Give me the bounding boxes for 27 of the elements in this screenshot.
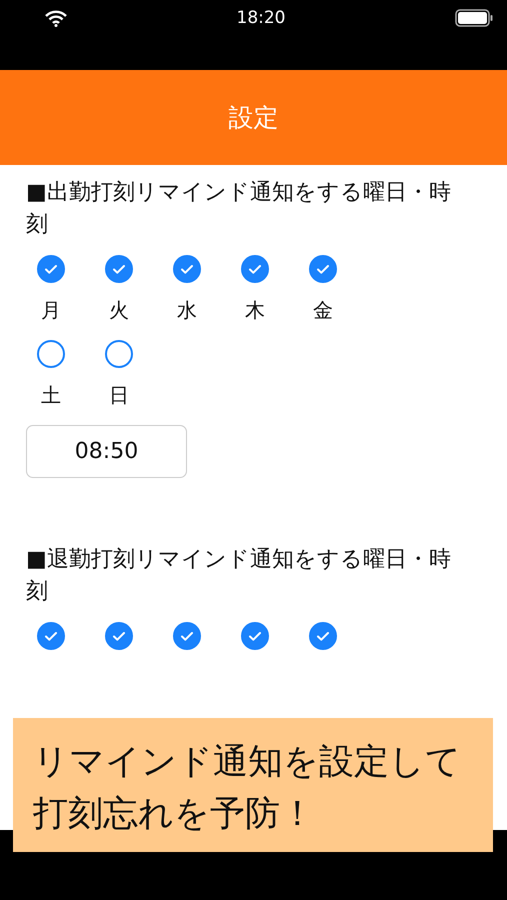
day-checkbox[interactable] — [309, 255, 337, 283]
section-title: ■出勤打刻リマインド通知をする曜日・時刻 — [26, 179, 452, 239]
day-label: 月 — [41, 297, 61, 324]
day-checkbox[interactable] — [309, 622, 337, 650]
day-label: 金 — [313, 297, 333, 324]
day-checkbox[interactable] — [105, 340, 133, 368]
day-checkbox[interactable] — [37, 255, 65, 283]
day-checkbox[interactable] — [241, 255, 269, 283]
day-checkbox[interactable] — [173, 622, 201, 650]
day-checkbox[interactable] — [105, 255, 133, 283]
day-checkbox[interactable] — [105, 622, 133, 650]
day-label: 火 — [109, 297, 129, 324]
status-time: 18:20 — [236, 8, 286, 28]
wifi-icon — [45, 10, 67, 27]
day-checkbox[interactable] — [241, 622, 269, 650]
day-label: 水 — [177, 297, 197, 324]
battery-icon — [455, 9, 493, 27]
day-checkbox[interactable] — [37, 340, 65, 368]
day-label: 木 — [245, 297, 265, 324]
time-field[interactable]: 08:50 — [26, 425, 187, 478]
day-checkbox[interactable] — [37, 622, 65, 650]
day-checkbox[interactable] — [173, 255, 201, 283]
promo-banner: リマインド通知を設定して打刻忘れを予防！ — [13, 718, 493, 852]
section-title: ■退勤打刻リマインド通知をする曜日・時刻 — [26, 546, 452, 606]
header-title: 設定 — [228, 102, 278, 134]
day-label: 土 — [41, 382, 61, 409]
day-label: 日 — [109, 382, 129, 409]
